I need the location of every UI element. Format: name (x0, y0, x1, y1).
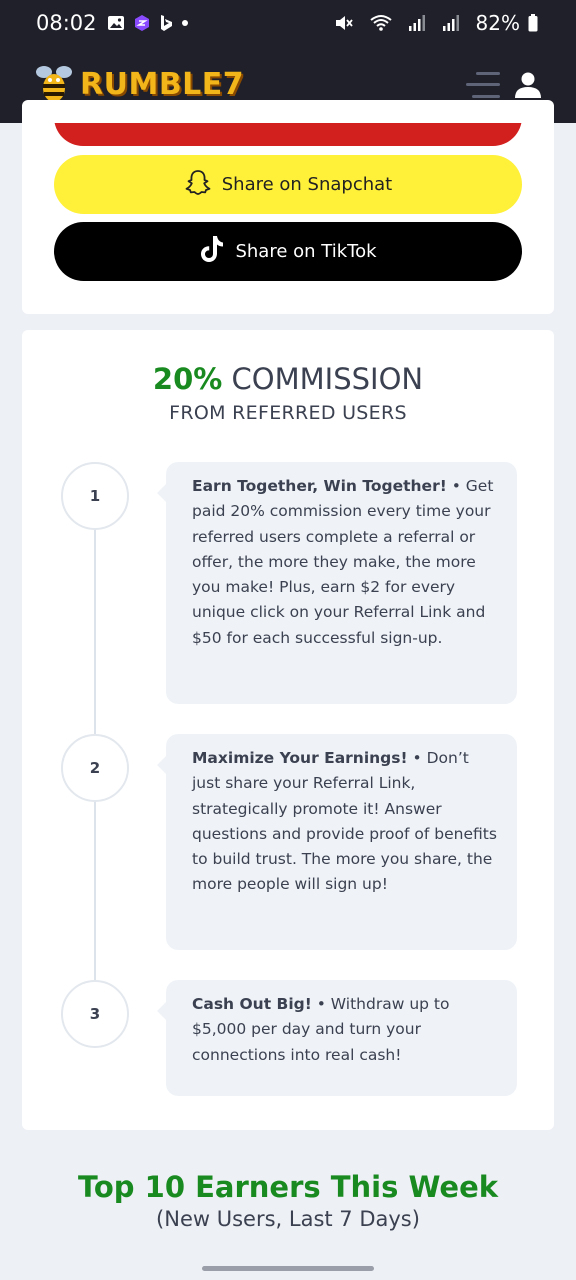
app-icon (133, 14, 151, 32)
snapchat-ghost-icon (184, 168, 212, 201)
home-indicator[interactable] (202, 1266, 374, 1271)
step-text-1: • Get paid 20% commission every time you… (192, 477, 494, 647)
dot-icon (181, 19, 189, 27)
tiktok-icon (199, 234, 225, 269)
share-snapchat-button[interactable]: Share on Snapchat (54, 155, 522, 214)
signal-icon (442, 14, 460, 32)
step-card-2: Maximize Your Earnings! • Don’t just sha… (157, 734, 517, 950)
step-heading-2: Maximize Your Earnings! (192, 749, 408, 767)
step-number-2: 2 (61, 734, 129, 802)
logo-text[interactable]: RUMBLE7 (80, 67, 244, 102)
menu-icon[interactable] (466, 71, 500, 98)
tiktok-label: Share on TikTok (235, 241, 377, 262)
commission-subtitle: FROM REFERRED USERS (169, 402, 407, 424)
wifi-icon (369, 14, 392, 32)
step-card-3: Cash Out Big! • Withdraw up to $5,000 pe… (157, 980, 517, 1096)
top-earners-subtitle: (New Users, Last 7 Days) (156, 1207, 420, 1231)
commission-percent: 20% (152, 362, 223, 396)
share-tiktok-button[interactable]: Share on TikTok (54, 222, 522, 281)
battery-icon (528, 14, 538, 32)
gallery-icon (107, 14, 125, 32)
commission-title: 20% COMMISSION (0, 362, 576, 396)
step-number-3: 3 (61, 980, 129, 1048)
user-icon[interactable] (514, 71, 542, 99)
step-heading-1: Earn Together, Win Together! (192, 477, 447, 495)
status-bar: 08:02 82% (0, 0, 576, 46)
top-earners-title: Top 10 Earners This Week (77, 1170, 499, 1204)
bing-icon (159, 14, 173, 32)
battery-percent: 82% (475, 11, 520, 35)
step-heading-3: Cash Out Big! (192, 995, 312, 1013)
status-time: 08:02 (36, 11, 97, 35)
snapchat-label: Share on Snapchat (221, 174, 393, 195)
step-card-1: Earn Together, Win Together! • Get paid … (157, 462, 517, 704)
step-number-1: 1 (61, 462, 129, 530)
signal-icon (408, 14, 426, 32)
commission-title-text: COMMISSION (231, 362, 424, 396)
step-text-2: • Don’t just share your Referral Link, s… (192, 749, 497, 894)
mute-icon (334, 14, 354, 32)
